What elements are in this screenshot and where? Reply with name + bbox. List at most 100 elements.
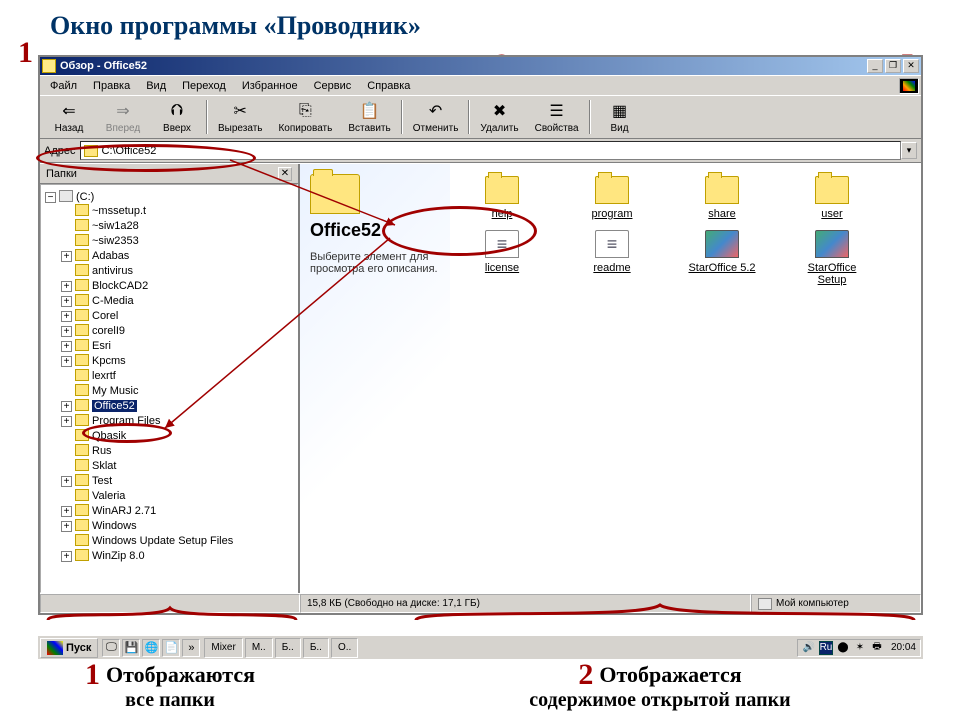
- expand-toggle[interactable]: +: [61, 401, 72, 412]
- folder-icon: [705, 176, 739, 204]
- windows-icon: [47, 641, 63, 655]
- tree-item[interactable]: +Windows: [61, 518, 295, 533]
- expand-toggle[interactable]: +: [61, 551, 72, 562]
- folder-tree[interactable]: − (C:) ~mssetup.t~siw1a28~siw2353+Adabasa…: [40, 184, 298, 593]
- tree-item[interactable]: + Office52: [61, 398, 295, 413]
- tree-item[interactable]: + corelI9: [61, 323, 295, 338]
- toolbar-undo-button[interactable]: ↶Отменить: [405, 99, 467, 136]
- lang-indicator[interactable]: Ru: [819, 641, 833, 655]
- menu-tools[interactable]: Сервис: [306, 78, 360, 94]
- tree-root[interactable]: (C:): [76, 191, 94, 203]
- ql-oe-icon[interactable]: 🌐: [142, 639, 160, 657]
- menu-edit[interactable]: Правка: [85, 78, 138, 94]
- tree-item[interactable]: +Adabas: [61, 248, 295, 263]
- file-label: StarOffice Setup: [792, 262, 872, 286]
- expand-toggle[interactable]: +: [61, 311, 72, 322]
- expand-toggle[interactable]: +: [61, 296, 72, 307]
- menu-view[interactable]: Вид: [138, 78, 174, 94]
- expand-toggle[interactable]: +: [61, 341, 72, 352]
- titlebar[interactable]: Обзор - Office52 _ ❐ ✕: [40, 57, 921, 75]
- file-item[interactable]: user: [792, 176, 872, 220]
- tray-icon[interactable]: 🔊: [802, 641, 816, 655]
- tree-item[interactable]: Valeria: [61, 488, 295, 503]
- expand-toggle[interactable]: +: [61, 506, 72, 517]
- file-label: StarOffice 5.2: [688, 262, 755, 274]
- file-item[interactable]: share: [682, 176, 762, 220]
- toolbar-delete-button[interactable]: ✖Удалить: [472, 99, 526, 136]
- menu-favorites[interactable]: Избранное: [234, 78, 306, 94]
- expand-toggle[interactable]: +: [61, 521, 72, 532]
- expand-toggle[interactable]: +: [61, 326, 72, 337]
- ql-more-icon[interactable]: »: [182, 639, 200, 657]
- tree-label: Office52: [92, 400, 137, 412]
- menu-go[interactable]: Переход: [174, 78, 234, 94]
- toolbar-views-button[interactable]: ▦Вид: [593, 99, 647, 136]
- tree-item[interactable]: +C-Media: [61, 293, 295, 308]
- maximize-button[interactable]: ❐: [885, 59, 901, 73]
- task-buttons: MixerM..Б..Б..О..: [204, 638, 797, 658]
- expand-toggle[interactable]: +: [61, 356, 72, 367]
- tree-item[interactable]: +WinARJ 2.71: [61, 503, 295, 518]
- tray-icon[interactable]: 🖶: [870, 641, 884, 655]
- toolbar-up-button[interactable]: ⮉Вверх: [150, 99, 204, 136]
- ql-ie-icon[interactable]: 💾: [122, 639, 140, 657]
- file-item[interactable]: program: [572, 176, 652, 220]
- drive-icon: [59, 190, 73, 202]
- tree-label: corelI9: [92, 325, 125, 337]
- folders-pane-close[interactable]: ✕: [278, 167, 292, 181]
- tree-item[interactable]: Windows Update Setup Files: [61, 533, 295, 548]
- minimize-button[interactable]: _: [867, 59, 883, 73]
- tree-item[interactable]: +Corel: [61, 308, 295, 323]
- throbber-icon: [899, 78, 919, 94]
- tree-label: WinZip 8.0: [92, 550, 145, 562]
- ql-app-icon[interactable]: 📄: [162, 639, 180, 657]
- ql-desktop-icon[interactable]: 🖵: [102, 639, 120, 657]
- tray-icon[interactable]: ✶: [853, 641, 867, 655]
- task-button[interactable]: Б..: [275, 638, 301, 658]
- toolbar-cut-button[interactable]: ✂Вырезать: [210, 99, 270, 136]
- tray-icon[interactable]: ⬤: [836, 641, 850, 655]
- expand-toggle[interactable]: −: [45, 192, 56, 203]
- start-button[interactable]: Пуск: [40, 638, 98, 658]
- tree-item[interactable]: + WinZip 8.0: [61, 548, 295, 563]
- expand-toggle[interactable]: +: [61, 281, 72, 292]
- app-icon: [42, 59, 56, 73]
- window-title: Обзор - Office52: [60, 60, 867, 72]
- toolbar-paste-button[interactable]: 📋Вставить: [340, 99, 398, 136]
- toolbar-back-button[interactable]: ⇐Назад: [42, 99, 96, 136]
- tree-item[interactable]: lexrtf: [61, 368, 295, 383]
- toolbar-label: Свойства: [535, 123, 579, 134]
- toolbar-properties-button[interactable]: ☰Свойства: [527, 99, 587, 136]
- tree-item[interactable]: +Kpcms: [61, 353, 295, 368]
- tree-item[interactable]: ~siw2353: [61, 233, 295, 248]
- file-item[interactable]: readme: [572, 230, 652, 286]
- views-icon: ▦: [610, 101, 630, 121]
- menu-help[interactable]: Справка: [359, 78, 418, 94]
- address-dropdown[interactable]: ▾: [901, 142, 917, 159]
- folder-icon: [75, 369, 89, 381]
- menu-file[interactable]: Файл: [42, 78, 85, 94]
- tree-item[interactable]: My Music: [61, 383, 295, 398]
- close-button[interactable]: ✕: [903, 59, 919, 73]
- tree-item[interactable]: ~mssetup.t: [61, 203, 295, 218]
- tree-item[interactable]: ~siw1a28: [61, 218, 295, 233]
- tree-item[interactable]: +Esri: [61, 338, 295, 353]
- tree-item[interactable]: +BlockCAD2: [61, 278, 295, 293]
- tree-item[interactable]: Sklat: [61, 458, 295, 473]
- folder-icon: [75, 279, 89, 291]
- toolbar-copy-button[interactable]: ⎘Копировать: [270, 99, 340, 136]
- file-label: user: [821, 208, 842, 220]
- tree-item[interactable]: +Test: [61, 473, 295, 488]
- task-button[interactable]: Mixer: [204, 638, 242, 658]
- task-button[interactable]: Б..: [303, 638, 329, 658]
- tree-item[interactable]: Rus: [61, 443, 295, 458]
- app-icon: [815, 230, 849, 258]
- file-item[interactable]: StarOffice 5.2: [682, 230, 762, 286]
- task-button[interactable]: О..: [331, 638, 358, 658]
- tree-item[interactable]: antivirus: [61, 263, 295, 278]
- expand-toggle[interactable]: +: [61, 416, 72, 427]
- expand-toggle[interactable]: +: [61, 476, 72, 487]
- file-item[interactable]: StarOffice Setup: [792, 230, 872, 286]
- task-button[interactable]: M..: [245, 638, 273, 658]
- expand-toggle[interactable]: +: [61, 251, 72, 262]
